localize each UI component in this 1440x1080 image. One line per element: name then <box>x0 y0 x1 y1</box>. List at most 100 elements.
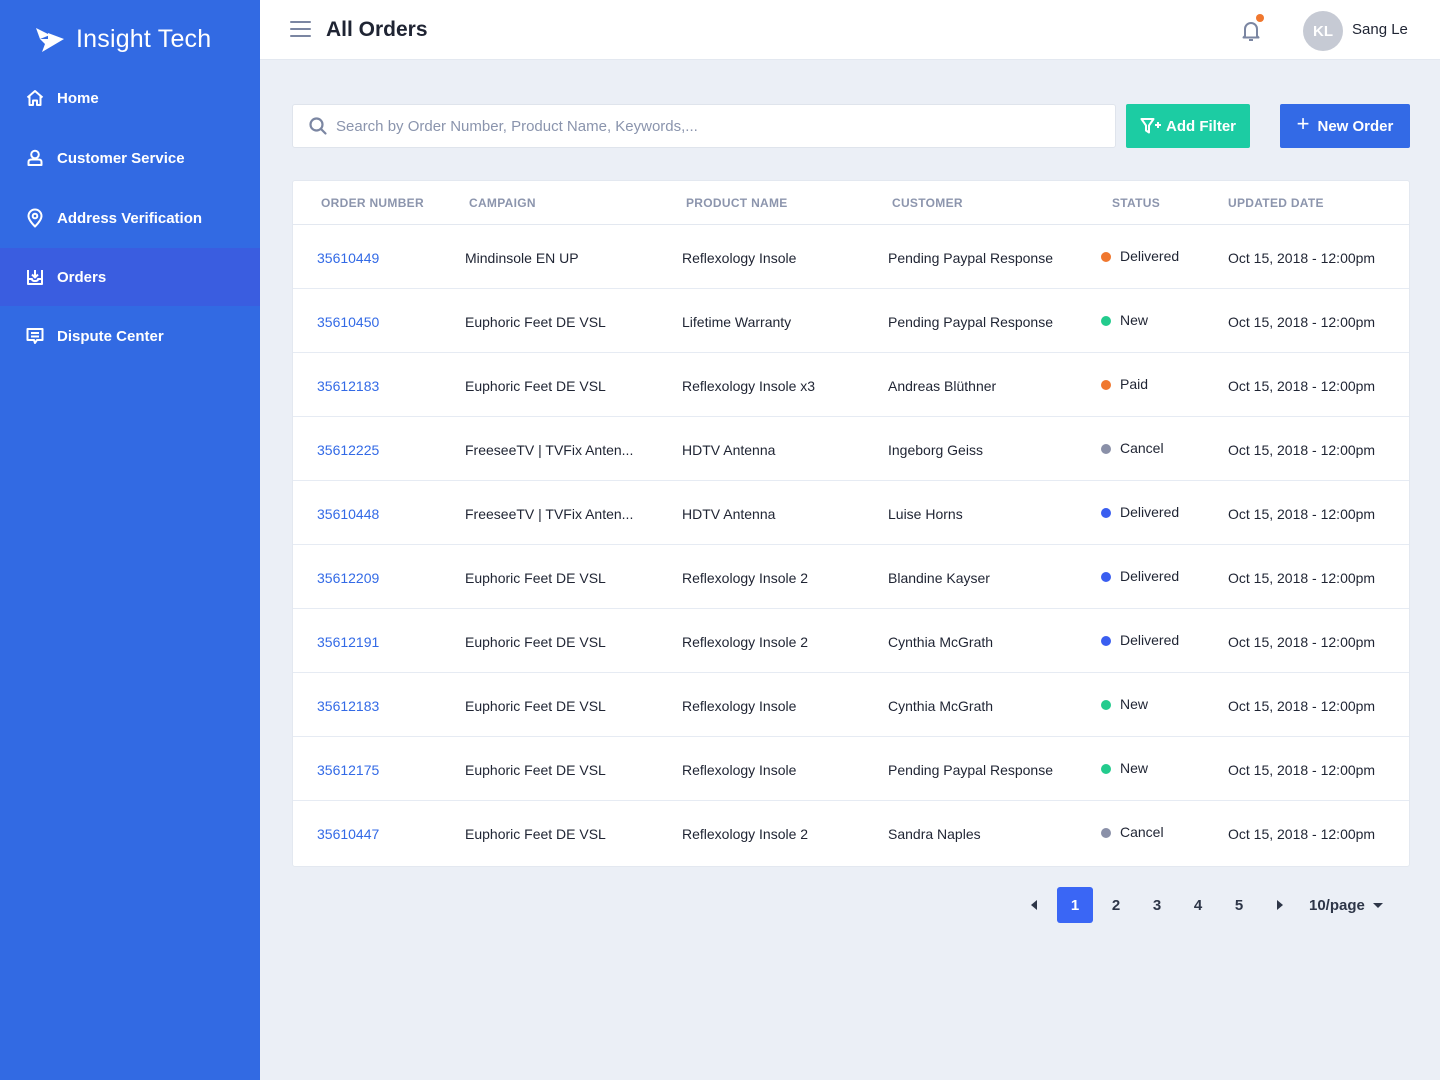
table-row[interactable]: 35612225 FreeseeTV | TVFix Anten... HDTV A… <box>293 417 1409 481</box>
column-header-product-name[interactable]: PRODUCT NAME <box>686 196 788 210</box>
column-header-updated-date[interactable]: UPDATED DATE <box>1228 196 1324 210</box>
caret-right-icon <box>1277 900 1283 910</box>
status-badge: Paid <box>1120 376 1149 392</box>
page-button[interactable]: 5 <box>1221 887 1257 923</box>
table-row[interactable]: 35612191 Euphoric Feet DE VSL Reflexology … <box>293 609 1409 673</box>
sidebar-item-orders[interactable]: Orders <box>0 248 260 306</box>
page-button[interactable]: 2 <box>1098 887 1134 923</box>
order-number-link[interactable]: 35612225 <box>317 442 379 458</box>
brand[interactable]: Insight Tech <box>34 22 211 56</box>
product-name-cell: HDTV Antenna <box>682 506 776 522</box>
table-row[interactable]: 35612175 Euphoric Feet DE VSL Reflexology … <box>293 737 1409 801</box>
status-dot <box>1101 380 1111 390</box>
order-number-link[interactable]: 35610450 <box>317 314 379 330</box>
status-badge: Cancel <box>1120 824 1164 840</box>
product-name-cell: Reflexology Insole <box>682 762 797 778</box>
search-input[interactable] <box>336 117 1096 135</box>
customer-cell: Pending Paypal Response <box>888 314 1054 330</box>
sidebar-item-label: Dispute Center <box>57 327 164 345</box>
column-header-order-number[interactable]: ORDER NUMBER <box>321 196 424 210</box>
search-box[interactable] <box>292 104 1116 148</box>
table-row[interactable]: 35610450 Euphoric Feet DE VSL Lifetime War… <box>293 289 1409 353</box>
updated-date-cell: Oct 15, 2018 - 12:00pm <box>1228 698 1376 714</box>
order-number-link[interactable]: 35610447 <box>317 826 379 842</box>
arrow-logo-icon <box>36 28 64 52</box>
order-number-link[interactable]: 35612175 <box>317 762 379 778</box>
product-name-cell: Reflexology Insole 2 <box>682 570 809 586</box>
page-button[interactable]: 1 <box>1057 887 1093 923</box>
customer-cell: Ingeborg Geiss <box>888 442 983 458</box>
avatar[interactable]: KL <box>1303 11 1343 51</box>
updated-date-cell: Oct 15, 2018 - 12:00pm <box>1228 570 1376 586</box>
order-number-link[interactable]: 35612183 <box>317 378 379 394</box>
updated-date-cell: Oct 15, 2018 - 12:00pm <box>1228 250 1376 266</box>
campaign-cell: Euphoric Feet DE VSL <box>465 762 606 778</box>
sidebar-item-label: Address Verification <box>57 209 203 227</box>
customer-cell: Pending Paypal Response <box>888 762 1054 778</box>
column-header-customer[interactable]: CUSTOMER <box>892 196 963 210</box>
status-dot <box>1101 508 1111 518</box>
status-badge: New <box>1120 696 1149 712</box>
column-header-status[interactable]: STATUS <box>1112 196 1160 210</box>
plus-icon: + <box>1296 111 1310 136</box>
page-size-select[interactable]: 10/page <box>1309 897 1383 914</box>
bell-icon[interactable] <box>1240 19 1262 43</box>
status-badge: Delivered <box>1120 568 1180 584</box>
status-dot <box>1101 828 1111 838</box>
order-number-link[interactable]: 35612209 <box>317 570 379 586</box>
table-row[interactable]: 35610448 FreeseeTV | TVFix Anten... HDTV A… <box>293 481 1409 545</box>
sidebar-item-address-verification[interactable]: Address Verification <box>0 188 260 248</box>
page-list: 12345 <box>1057 887 1262 923</box>
customer-cell: Luise Horns <box>888 506 963 522</box>
status-badge: Delivered <box>1120 504 1180 520</box>
pagination: 12345 10/page <box>1016 887 1383 923</box>
table-row[interactable]: 35612183 Euphoric Feet DE VSL Reflexology … <box>293 673 1409 737</box>
page-size-value: 10/page <box>1309 896 1365 914</box>
table-row[interactable]: 35610447 Euphoric Feet DE VSL Reflexology … <box>293 801 1409 865</box>
new-order-button[interactable]: + New Order <box>1280 104 1410 148</box>
table-body: 35610449 Mindinsole EN UP Reflexology Inso… <box>293 225 1409 865</box>
product-name-cell: Reflexology Insole <box>682 250 797 266</box>
sidebar-item-label: Orders <box>57 268 107 286</box>
inbox-download-icon <box>25 267 45 287</box>
status-badge: Delivered <box>1120 632 1180 648</box>
product-name-cell: HDTV Antenna <box>682 442 776 458</box>
table-row[interactable]: 35612209 Euphoric Feet DE VSL Reflexology … <box>293 545 1409 609</box>
prev-page-button[interactable] <box>1016 887 1052 923</box>
top-bar: All Orders KL Sang Le <box>260 0 1440 60</box>
updated-date-cell: Oct 15, 2018 - 12:00pm <box>1228 442 1376 458</box>
product-name-cell: Reflexology Insole x3 <box>682 378 816 394</box>
chat-icon <box>25 326 45 346</box>
user-name[interactable]: Sang Le <box>1352 21 1408 38</box>
updated-date-cell: Oct 15, 2018 - 12:00pm <box>1228 634 1376 650</box>
customer-cell: Andreas Blüthner <box>888 378 997 394</box>
new-order-label: New Order <box>1317 117 1394 135</box>
next-page-button[interactable] <box>1262 887 1298 923</box>
column-header-campaign[interactable]: CAMPAIGN <box>469 196 536 210</box>
page-button[interactable]: 4 <box>1180 887 1216 923</box>
status-dot <box>1101 252 1111 262</box>
campaign-cell: FreeseeTV | TVFix Anten... <box>465 442 634 458</box>
page-button[interactable]: 3 <box>1139 887 1175 923</box>
campaign-cell: FreeseeTV | TVFix Anten... <box>465 506 634 522</box>
table-row[interactable]: 35612183 Euphoric Feet DE VSL Reflexology … <box>293 353 1409 417</box>
order-number-link[interactable]: 35610449 <box>317 250 379 266</box>
table-row[interactable]: 35610449 Mindinsole EN UP Reflexology Inso… <box>293 225 1409 289</box>
customer-cell: Sandra Naples <box>888 826 981 842</box>
product-name-cell: Reflexology Insole 2 <box>682 634 809 650</box>
order-number-link[interactable]: 35612191 <box>317 634 379 650</box>
menu-toggle-icon[interactable] <box>290 21 311 39</box>
sidebar-item-label: Customer Service <box>57 149 185 167</box>
sidebar-item-home[interactable]: Home <box>0 68 260 128</box>
order-number-link[interactable]: 35610448 <box>317 506 379 522</box>
status-dot <box>1101 700 1111 710</box>
campaign-cell: Euphoric Feet DE VSL <box>465 378 606 394</box>
sidebar-item-dispute-center[interactable]: Dispute Center <box>0 306 260 366</box>
orders-table: ORDER NUMBER CAMPAIGN PRODUCT NAME CUSTO… <box>292 180 1410 867</box>
add-filter-button[interactable]: Add Filter <box>1126 104 1250 148</box>
customer-cell: Cynthia McGrath <box>888 698 994 714</box>
order-number-link[interactable]: 35612183 <box>317 698 379 714</box>
status-dot <box>1101 444 1111 454</box>
product-name-cell: Reflexology Insole 2 <box>682 826 809 842</box>
sidebar-item-customer-service[interactable]: Customer Service <box>0 128 260 188</box>
